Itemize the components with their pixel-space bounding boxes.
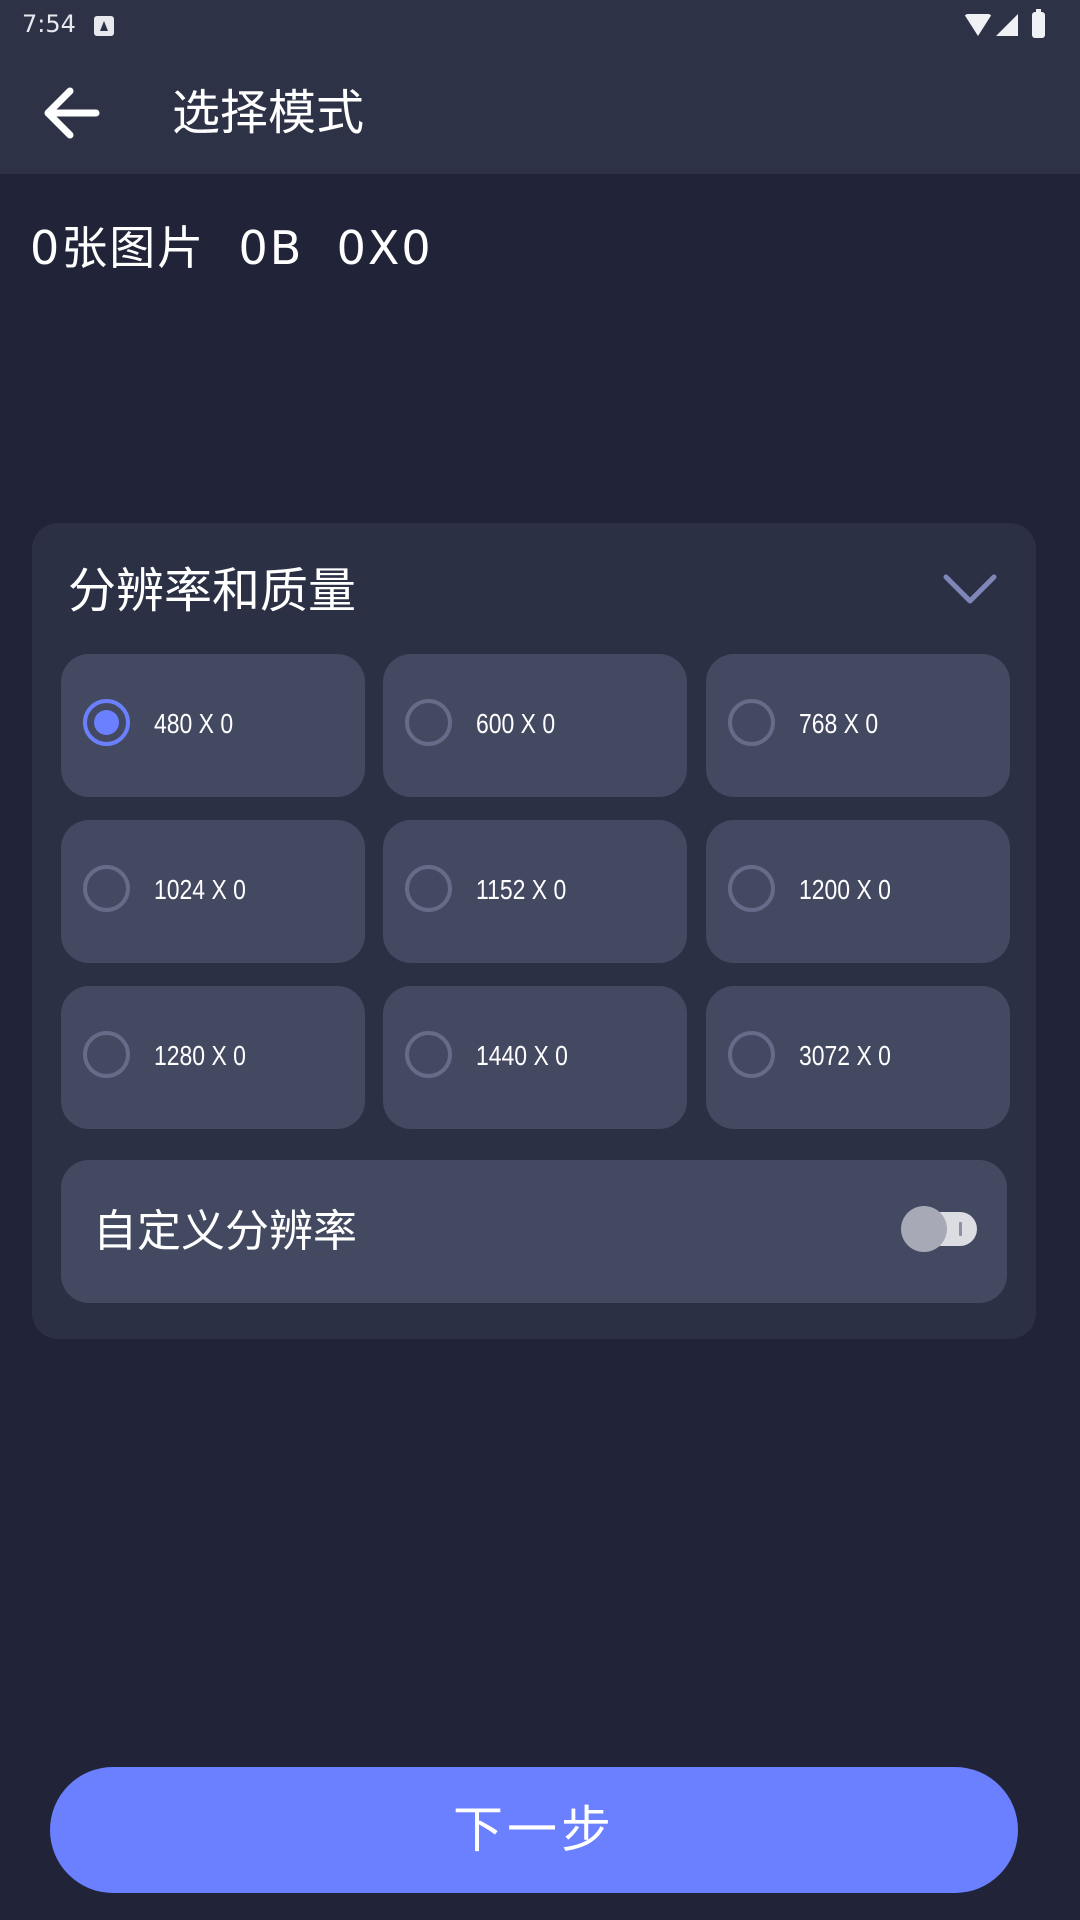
resolution-option-480[interactable]: 480 X 0 <box>61 654 365 797</box>
page-title: 选择模式 <box>172 85 365 141</box>
radio-unselected-icon <box>405 699 452 746</box>
option-label: 3072 X 0 <box>799 1040 891 1071</box>
resolution-option-1200[interactable]: 1200 X 0 <box>706 820 1010 963</box>
status-time: 7:54 <box>22 10 76 38</box>
option-label: 480 X 0 <box>154 708 234 739</box>
custom-resolution-label: 自定义分辨率 <box>93 1206 357 1257</box>
radio-unselected-icon <box>728 1031 775 1078</box>
resolution-option-600[interactable]: 600 X 0 <box>383 654 687 797</box>
radio-unselected-icon <box>405 865 452 912</box>
status-bar: 7:54 <box>0 0 1080 56</box>
option-label: 768 X 0 <box>799 708 879 739</box>
custom-resolution-toggle[interactable] <box>901 1206 977 1252</box>
toggle-knob <box>901 1206 947 1252</box>
chevron-down-icon <box>943 574 997 604</box>
option-label: 600 X 0 <box>476 708 556 739</box>
card-title: 分辨率和质量 <box>68 563 357 619</box>
radio-unselected-icon <box>728 865 775 912</box>
image-info: 0张图片 0B 0X0 <box>30 221 433 275</box>
resolution-card: 分辨率和质量 480 X 0 600 X 0 768 X 0 1024 X 0 … <box>32 523 1036 1339</box>
radio-unselected-icon <box>405 1031 452 1078</box>
option-label: 1280 X 0 <box>154 1040 246 1071</box>
resolution-option-1152[interactable]: 1152 X 0 <box>383 820 687 963</box>
resolution-option-768[interactable]: 768 X 0 <box>706 654 1010 797</box>
next-button[interactable]: 下一步 <box>50 1767 1018 1893</box>
custom-resolution-row: 自定义分辨率 <box>61 1160 1007 1303</box>
battery-icon <box>1032 9 1045 38</box>
notification-a-icon <box>94 16 114 36</box>
option-label: 1024 X 0 <box>154 874 246 905</box>
back-button[interactable] <box>36 78 110 148</box>
resolution-option-1440[interactable]: 1440 X 0 <box>383 986 687 1129</box>
resolution-option-3072[interactable]: 3072 X 0 <box>706 986 1010 1129</box>
wifi-icon <box>964 14 992 36</box>
cell-signal-icon <box>996 14 1018 36</box>
option-label: 1440 X 0 <box>476 1040 568 1071</box>
radio-unselected-icon <box>728 699 775 746</box>
option-label: 1200 X 0 <box>799 874 891 905</box>
radio-unselected-icon <box>83 865 130 912</box>
arrow-left-icon <box>44 87 100 139</box>
resolution-option-1024[interactable]: 1024 X 0 <box>61 820 365 963</box>
header: 7:54 选择模式 <box>0 0 1080 174</box>
app-bar: 选择模式 <box>0 56 1080 174</box>
resolution-option-1280[interactable]: 1280 X 0 <box>61 986 365 1129</box>
radio-unselected-icon <box>83 1031 130 1078</box>
option-label: 1152 X 0 <box>476 874 567 905</box>
collapse-button[interactable] <box>940 569 1000 609</box>
radio-selected-icon <box>83 699 130 746</box>
